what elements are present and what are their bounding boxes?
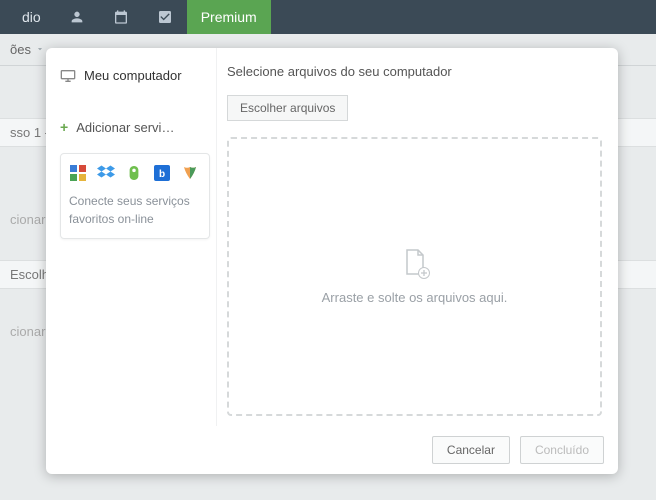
choose-files-button[interactable]: Escolher arquivos (227, 95, 348, 121)
svg-text:b: b (159, 169, 165, 180)
file-picker-modal: Meu computador + Adicionar servi… (46, 48, 618, 474)
modal-footer: Cancelar Concluído (46, 426, 618, 474)
monitor-icon (60, 69, 76, 83)
dropzone-text: Arraste e solte os arquivos aqui. (322, 290, 508, 305)
dropbox-icon[interactable] (97, 164, 115, 182)
modal-body: Meu computador + Adicionar servi… (46, 48, 618, 426)
service-icons-row: b (69, 164, 201, 182)
file-add-icon (403, 248, 427, 276)
sidebar-item-computer[interactable]: Meu computador (60, 64, 208, 87)
google-icon[interactable] (69, 164, 87, 182)
main-title: Selecione arquivos do seu computador (227, 64, 602, 79)
services-card: b Conecte seus serviços favoritos on-lin… (60, 153, 210, 239)
sidebar-item-add-service[interactable]: + Adicionar servi… (60, 115, 208, 139)
sidebar-item-label: Adicionar servi… (76, 120, 174, 135)
modal-main: Selecione arquivos do seu computador Esc… (216, 48, 618, 426)
sharefile-icon[interactable] (181, 164, 199, 182)
plus-icon: + (60, 119, 68, 135)
cancel-button[interactable]: Cancelar (432, 436, 510, 464)
evernote-icon[interactable] (125, 164, 143, 182)
modal-sidebar: Meu computador + Adicionar servi… (46, 48, 216, 426)
modal-overlay: Meu computador + Adicionar servi… (0, 0, 656, 500)
services-card-text: Conecte seus serviços favoritos on-line (69, 192, 201, 228)
box-icon[interactable]: b (153, 164, 171, 182)
sidebar-item-label: Meu computador (84, 68, 182, 83)
dropzone[interactable]: Arraste e solte os arquivos aqui. (227, 137, 602, 416)
done-button: Concluído (520, 436, 604, 464)
